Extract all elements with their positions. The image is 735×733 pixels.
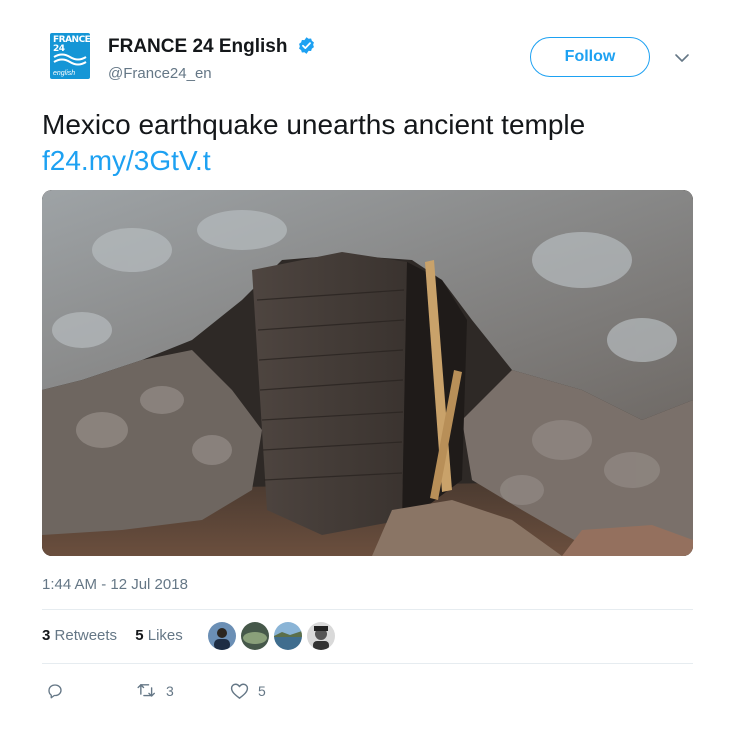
liker-avatar[interactable]	[240, 621, 270, 651]
tweet-link[interactable]: f24.my/3GtV.t	[42, 143, 702, 179]
liker-avatar[interactable]	[273, 621, 303, 651]
retweets-stat[interactable]: 3 Retweets	[42, 627, 117, 644]
display-name-text: FRANCE 24 English	[108, 36, 288, 57]
retweet-count: 3	[166, 683, 174, 699]
account-handle[interactable]: @France24_en	[108, 65, 212, 82]
avatar-logo-sub: english	[53, 70, 76, 77]
divider-top	[42, 609, 693, 610]
liker-avatar[interactable]	[306, 621, 336, 651]
retweets-count: 3	[42, 627, 51, 644]
retweet-icon	[137, 684, 155, 697]
retweets-label: Retweets	[54, 627, 118, 644]
like-button[interactable]: 5	[230, 680, 266, 702]
like-count: 5	[258, 683, 266, 699]
temple-photo-image	[42, 190, 693, 556]
tweet-stats: 3 Retweets 5 Likes	[42, 627, 197, 644]
likes-stat[interactable]: 5 Likes	[135, 627, 183, 644]
avatar[interactable]: FRANCE 24 english	[50, 33, 90, 79]
likes-label: Likes	[147, 627, 183, 644]
liker-avatar[interactable]	[207, 621, 237, 651]
likes-count: 5	[135, 627, 144, 644]
chevron-down-icon[interactable]	[674, 50, 690, 66]
retweet-button[interactable]: 3	[137, 680, 174, 702]
verified-badge-icon	[298, 37, 314, 54]
tweet-timestamp[interactable]: 1:44 AM - 12 Jul 2018	[42, 576, 188, 593]
account-display-name[interactable]: FRANCE 24 English	[108, 36, 316, 58]
tweet-body: Mexico earthquake unearths ancient templ…	[42, 109, 586, 140]
liker-avatar-image	[241, 622, 269, 650]
tweet-photo[interactable]	[42, 190, 693, 556]
liker-avatar-image	[274, 622, 302, 650]
liker-avatar-image	[307, 622, 335, 650]
tweet-header: FRANCE 24 english FRANCE 24 English @Fra…	[50, 33, 700, 88]
heart-icon	[230, 683, 249, 699]
tweet-card: FRANCE 24 english FRANCE 24 English @Fra…	[0, 0, 735, 733]
france24-wave-icon	[53, 53, 87, 66]
reply-button[interactable]	[46, 680, 73, 702]
divider-bottom	[42, 663, 693, 664]
reply-icon	[48, 684, 62, 699]
tweet-text: Mexico earthquake unearths ancient templ…	[42, 107, 702, 179]
follow-button[interactable]: Follow	[530, 37, 650, 77]
liker-avatar-image	[208, 622, 236, 650]
